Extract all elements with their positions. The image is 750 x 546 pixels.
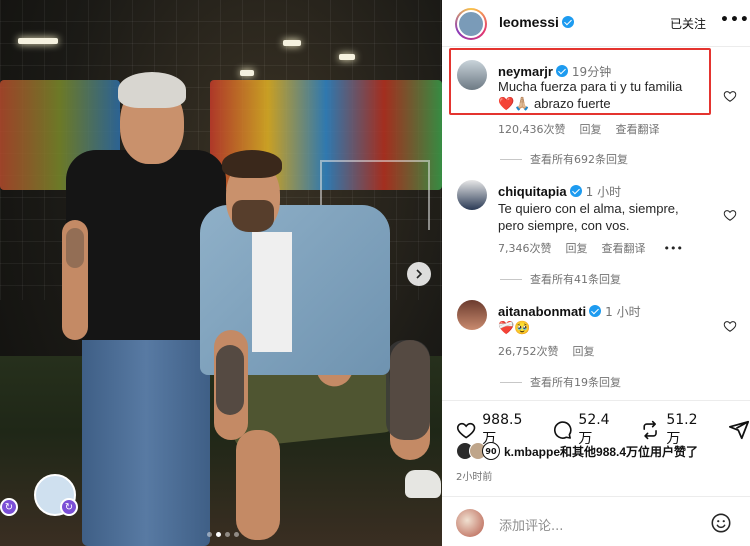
comment-more-button[interactable]: ••• — [664, 242, 683, 255]
collab-icon: ↻ — [60, 498, 78, 516]
reply-button[interactable]: 回复 — [580, 121, 602, 137]
chevron-right-icon — [416, 269, 423, 279]
ceiling-light — [339, 54, 355, 60]
collab-icon: ↻ — [0, 498, 18, 516]
divider — [442, 46, 750, 47]
comment-username[interactable]: chiquitapia — [498, 184, 567, 199]
my-avatar — [456, 509, 484, 537]
comment-icon — [554, 421, 572, 439]
author-username[interactable]: leomessi — [499, 14, 574, 30]
heart-icon — [456, 422, 476, 439]
share-button[interactable] — [728, 419, 750, 441]
translate-button[interactable]: 查看翻译 — [602, 240, 646, 256]
divider — [442, 400, 750, 401]
view-replies-button[interactable]: 查看所有19条回复 — [500, 374, 621, 390]
author-avatar[interactable] — [455, 8, 487, 40]
ceiling-light — [240, 70, 254, 76]
comment-text: Te quiero con el alma, siempre, — [498, 201, 679, 216]
post-side-panel: leomessi 已关注 ••• neymarjr 19分钟 Mucha fuer… — [442, 0, 750, 546]
comment-username[interactable]: neymarjr — [498, 64, 553, 79]
view-replies-button[interactable]: 查看所有692条回复 — [500, 151, 628, 167]
emoji-icon[interactable] — [710, 512, 732, 534]
comment-text: ❤️🙏🏼 abrazo fuerte — [498, 96, 611, 111]
verified-icon — [589, 305, 602, 317]
liked-by-row[interactable]: 90 k.mbappe和其他988.4万位用户赞了 — [456, 442, 698, 460]
verified-icon — [569, 185, 582, 197]
comment-likes[interactable]: 120,436次赞 — [498, 121, 566, 137]
reply-button[interactable]: 回复 — [573, 343, 595, 359]
comment-likes[interactable]: 7,346次赞 — [498, 240, 552, 256]
add-comment-input[interactable]: 添加评论... — [499, 515, 563, 534]
comment-time: 19分钟 — [571, 65, 612, 79]
post-time: 2小时前 — [456, 472, 493, 483]
divider — [442, 496, 750, 497]
verified-icon — [555, 65, 568, 77]
like-comment-icon[interactable] — [723, 208, 737, 222]
follow-status-button[interactable]: 已关注 — [670, 15, 706, 32]
ceiling-light — [18, 38, 58, 44]
liker-avatar: 90 — [482, 442, 500, 460]
post-photo: ↻ ↻ — [0, 0, 442, 546]
view-replies-button[interactable]: 查看所有41条回复 — [500, 271, 621, 287]
carousel-dots — [207, 532, 239, 537]
ceiling-light — [283, 40, 301, 46]
like-comment-icon[interactable] — [723, 89, 737, 103]
commenter-avatar[interactable] — [457, 180, 487, 210]
translate-button[interactable]: 查看翻译 — [616, 121, 660, 137]
comment-text: ❤️‍🩹🥹 — [498, 320, 531, 335]
next-photo-button[interactable] — [407, 262, 431, 286]
comment-likes[interactable]: 26,752次赞 — [498, 343, 559, 359]
commenter-avatar[interactable] — [457, 300, 487, 330]
comment-username[interactable]: aitanabonmati — [498, 304, 586, 319]
comment-time: 1 小时 — [605, 305, 641, 319]
more-options-button[interactable]: ••• — [720, 12, 750, 28]
comment-text: Mucha fuerza para ti y tu familia — [498, 79, 683, 94]
reply-button[interactable]: 回复 — [566, 240, 588, 256]
liked-by-text[interactable]: k.mbappe和其他988.4万位用户赞了 — [504, 443, 698, 460]
comment-text: pero siempre, con vos. — [498, 218, 630, 233]
repost-icon — [643, 420, 657, 440]
like-comment-icon[interactable] — [723, 319, 737, 333]
send-icon — [728, 420, 750, 440]
verified-icon — [561, 16, 574, 28]
comment-time: 1 小时 — [585, 185, 622, 199]
commenter-avatar[interactable] — [457, 60, 487, 90]
